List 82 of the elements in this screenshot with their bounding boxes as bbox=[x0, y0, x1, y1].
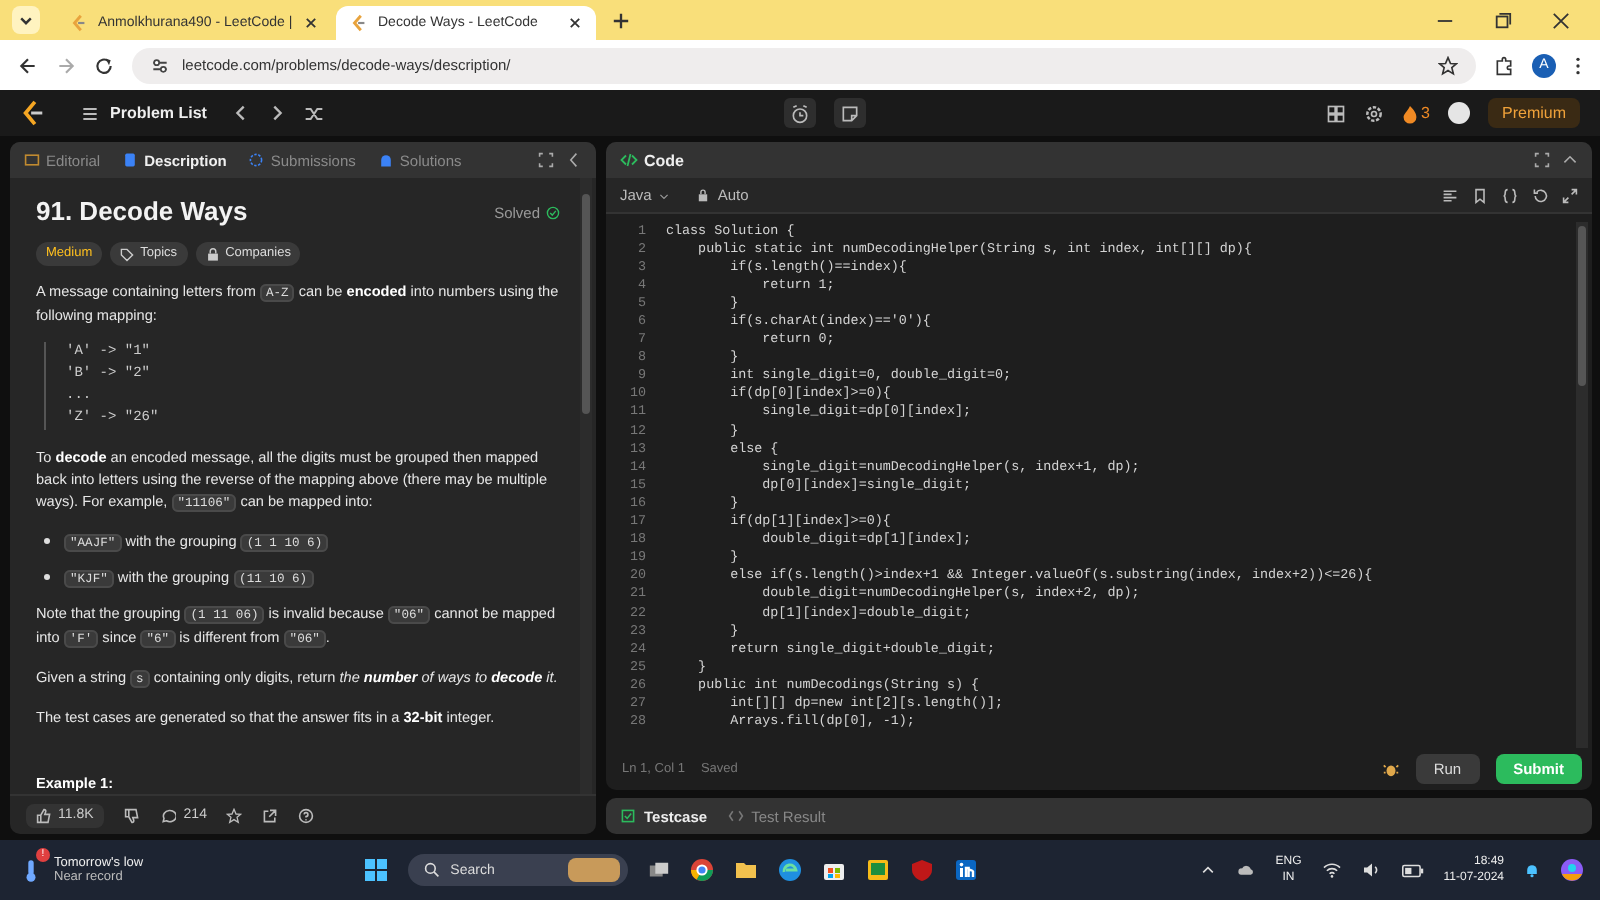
close-icon[interactable] bbox=[568, 16, 582, 30]
bullet-dot bbox=[44, 574, 50, 580]
close-icon[interactable] bbox=[1552, 12, 1570, 30]
problem-list-button[interactable]: Problem List bbox=[80, 103, 207, 123]
layout-icon[interactable] bbox=[1325, 103, 1346, 123]
speaker-icon[interactable] bbox=[1361, 862, 1382, 878]
book-icon bbox=[24, 152, 40, 168]
app-square-icon[interactable] bbox=[954, 858, 979, 882]
panel-title: Code bbox=[644, 151, 684, 169]
colorful-app-icon[interactable] bbox=[1560, 858, 1585, 882]
search-highlight-picture bbox=[568, 858, 621, 882]
chevron-up-icon[interactable] bbox=[1562, 152, 1578, 168]
chevron-up-icon[interactable] bbox=[1199, 862, 1216, 878]
list-icon bbox=[80, 103, 100, 123]
streak-count[interactable]: 3 bbox=[1421, 104, 1430, 122]
task-view-icon[interactable] bbox=[648, 859, 671, 881]
share-icon[interactable] bbox=[262, 807, 279, 823]
more-icon[interactable] bbox=[1574, 55, 1582, 75]
reset-icon[interactable] bbox=[1532, 187, 1548, 203]
check-circle-icon bbox=[546, 205, 560, 219]
scrollbar[interactable] bbox=[1576, 222, 1588, 748]
chevron-right-icon[interactable] bbox=[268, 104, 287, 122]
flame-icon bbox=[1401, 103, 1418, 123]
thumbs-up-icon bbox=[36, 807, 52, 823]
caret-icon bbox=[657, 189, 670, 201]
timer-button[interactable] bbox=[784, 98, 816, 128]
restore-icon[interactable] bbox=[1494, 12, 1512, 30]
code-icon bbox=[727, 808, 744, 824]
lock-icon bbox=[205, 247, 220, 261]
back-arrow-icon[interactable] bbox=[18, 55, 38, 75]
bookmark-icon[interactable] bbox=[1472, 187, 1488, 203]
problem-title: 91. Decode Ways bbox=[36, 194, 248, 230]
shield-icon[interactable] bbox=[910, 858, 935, 882]
shuffle-icon[interactable] bbox=[304, 103, 325, 123]
thermometer-drawing bbox=[21, 857, 39, 883]
lock-icon bbox=[695, 188, 710, 202]
tab-search-button[interactable] bbox=[12, 6, 40, 34]
settings-icon[interactable] bbox=[1363, 103, 1384, 123]
wifi-icon[interactable] bbox=[1321, 862, 1342, 878]
reload-icon[interactable] bbox=[94, 55, 114, 75]
windows-start-icon[interactable] bbox=[364, 858, 389, 882]
chevron-down-icon bbox=[18, 12, 34, 28]
alarm-clock-icon bbox=[790, 103, 810, 123]
dislike-icon[interactable] bbox=[123, 807, 140, 823]
search-icon bbox=[424, 862, 441, 878]
bug-icon[interactable] bbox=[1381, 760, 1400, 778]
site-settings-icon[interactable] bbox=[150, 55, 170, 75]
logo-icon[interactable] bbox=[20, 100, 46, 126]
notes-button[interactable] bbox=[834, 98, 866, 128]
swirl-icon[interactable] bbox=[778, 858, 803, 882]
document-icon bbox=[122, 152, 139, 168]
plus-icon[interactable] bbox=[612, 12, 630, 30]
store-bag-icon[interactable] bbox=[822, 858, 847, 882]
code-icon bbox=[620, 152, 638, 168]
bell-icon[interactable] bbox=[1524, 862, 1541, 878]
expand-icon[interactable] bbox=[1562, 187, 1578, 203]
collapse-icon[interactable] bbox=[566, 152, 582, 168]
folder-icon[interactable] bbox=[734, 858, 759, 882]
close-icon[interactable] bbox=[304, 16, 318, 30]
format-icon[interactable] bbox=[1442, 187, 1458, 203]
help-icon[interactable] bbox=[298, 807, 315, 823]
logo-icon bbox=[350, 14, 368, 32]
note-icon bbox=[840, 103, 860, 123]
checkbox-icon bbox=[620, 808, 636, 824]
comment-icon bbox=[159, 807, 176, 823]
star-icon[interactable] bbox=[226, 807, 243, 823]
star-icon[interactable] bbox=[1438, 55, 1458, 75]
cloud-icon[interactable] bbox=[1235, 862, 1256, 878]
premium-button[interactable]: Premium bbox=[1488, 98, 1581, 128]
user-avatar[interactable] bbox=[1448, 102, 1470, 124]
logo-icon bbox=[70, 14, 88, 32]
tag-icon bbox=[120, 247, 135, 261]
bullet-dot bbox=[44, 538, 50, 544]
board-icon[interactable] bbox=[866, 858, 891, 882]
fullscreen-icon[interactable] bbox=[1534, 152, 1550, 168]
browser-icon[interactable] bbox=[690, 858, 715, 882]
puzzle-icon[interactable] bbox=[1494, 55, 1514, 75]
chevron-left-icon[interactable] bbox=[232, 104, 251, 122]
scrollbar[interactable] bbox=[580, 178, 592, 794]
fullscreen-icon[interactable] bbox=[538, 152, 554, 168]
battery-icon[interactable] bbox=[1401, 863, 1424, 877]
braces-icon[interactable] bbox=[1502, 187, 1518, 203]
